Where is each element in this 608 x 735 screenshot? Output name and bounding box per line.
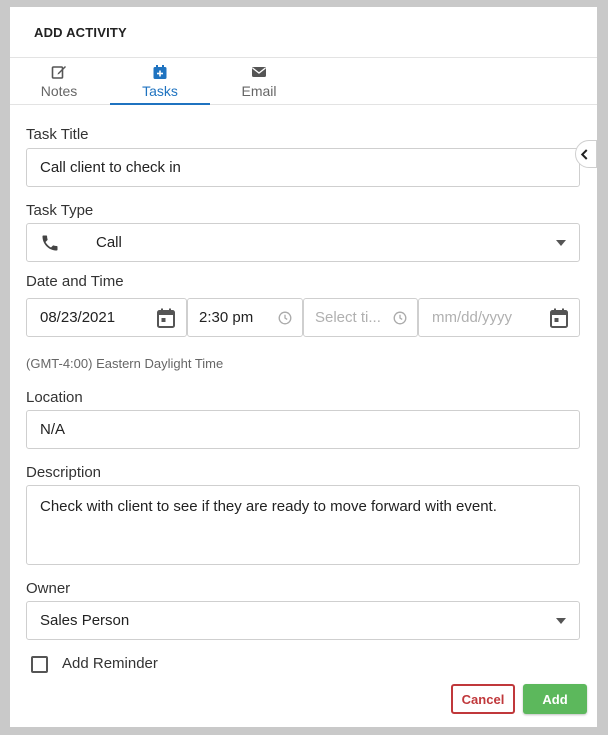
end-time-input[interactable]: Select ti... (303, 298, 418, 337)
add-activity-panel: ADD ACTIVITY Notes Tasks Email Task Titl… (10, 7, 597, 727)
tab-notes[interactable]: Notes (10, 58, 108, 105)
owner-value: Sales Person (40, 612, 130, 629)
location-label: Location (26, 389, 83, 406)
chevron-down-icon (556, 617, 566, 624)
start-date-input[interactable]: 08/23/2021 (26, 298, 187, 337)
start-time-value: 2:30 pm (199, 309, 254, 326)
add-reminder-checkbox[interactable] (31, 656, 48, 673)
task-title-value: Call client to check in (40, 159, 181, 176)
envelope-icon (252, 67, 266, 77)
task-type-select[interactable]: Call (26, 223, 580, 262)
description-label: Description (26, 464, 102, 481)
tab-tasks[interactable]: Tasks (110, 58, 210, 105)
end-date-input[interactable]: mm/dd/yyyy (418, 298, 580, 337)
clock-icon (278, 311, 292, 324)
end-date-placeholder: mm/dd/yyyy (432, 309, 513, 326)
owner-label: Owner (26, 580, 71, 597)
tab-email-label: Email (241, 83, 277, 99)
panel-title: ADD ACTIVITY (34, 24, 127, 40)
tab-notes-label: Notes (40, 83, 78, 99)
task-title-input[interactable]: Call client to check in (26, 148, 580, 187)
start-time-input[interactable]: 2:30 pm (187, 298, 303, 337)
end-time-placeholder: Select ti... (315, 309, 381, 326)
clock-icon (393, 311, 407, 324)
calendar-plus-icon (153, 65, 167, 79)
cancel-button[interactable]: Cancel (451, 684, 515, 714)
tab-tasks-label: Tasks (142, 83, 178, 99)
start-date-value: 08/23/2021 (40, 309, 116, 326)
chevron-left-icon (580, 148, 588, 160)
chevron-down-icon (556, 239, 566, 246)
add-reminder-label[interactable]: Add Reminder (62, 655, 158, 672)
description-value: Check with client to see if they are rea… (40, 498, 497, 515)
calendar-icon (157, 308, 175, 328)
tab-email[interactable]: Email (210, 58, 308, 105)
location-value: N/A (40, 421, 66, 438)
edit-icon (51, 66, 66, 79)
task-title-label: Task Title (26, 126, 89, 143)
collapse-panel-button[interactable] (575, 140, 597, 168)
task-type-label: Task Type (26, 202, 94, 219)
location-input[interactable]: N/A (26, 410, 580, 449)
owner-select[interactable]: Sales Person (26, 601, 580, 640)
timezone-text: (GMT-4:00) Eastern Daylight Time (26, 356, 224, 371)
calendar-icon (550, 308, 568, 328)
date-time-label: Date and Time (26, 273, 124, 290)
description-textarea[interactable]: Check with client to see if they are rea… (26, 485, 580, 565)
add-button[interactable]: Add (523, 684, 587, 714)
panel-header: ADD ACTIVITY (10, 7, 597, 58)
activity-tabs: Notes Tasks Email (10, 58, 597, 105)
phone-icon (42, 235, 58, 251)
